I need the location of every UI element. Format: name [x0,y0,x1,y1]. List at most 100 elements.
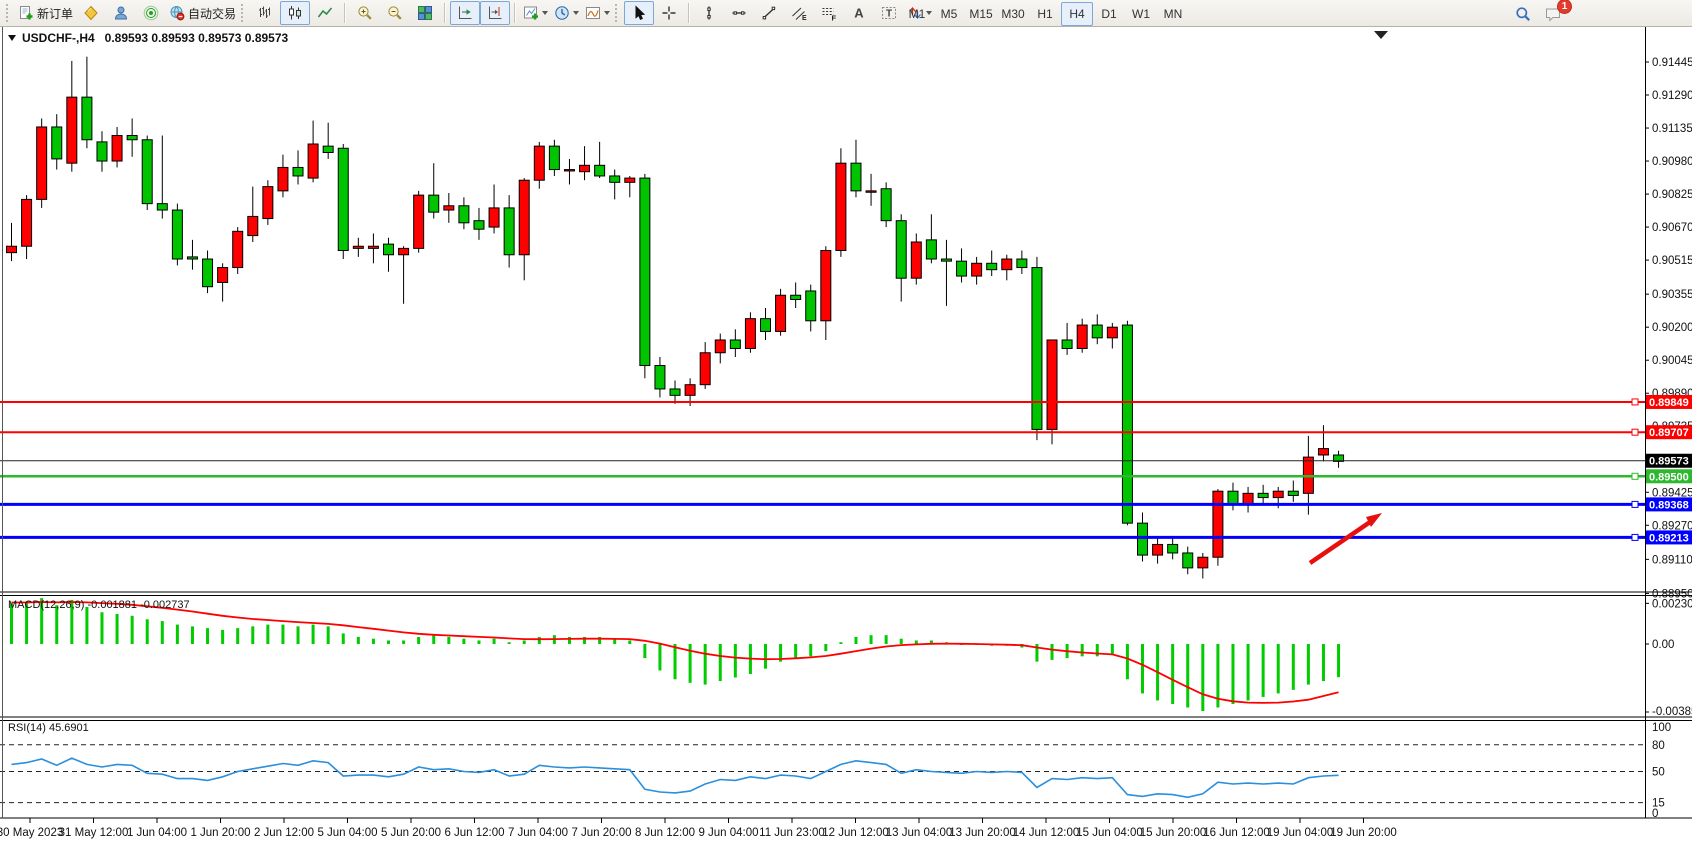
text-label-icon: T [881,5,897,21]
tile-windows-button[interactable] [410,1,440,25]
macd-histogram-bar [297,626,300,644]
macd-histogram-bar [885,635,888,644]
timeframe-button-m30[interactable]: M30 [997,2,1029,26]
new-order-button[interactable]: 新订单 [15,1,76,25]
candle-body-down [52,127,62,159]
timeframe-button-h1[interactable]: H1 [1029,2,1061,26]
time-axis-label: 14 Jun 12:00 [1013,827,1080,839]
bar-chart-button[interactable] [250,1,280,25]
candle-body-up [37,127,47,199]
timeframe-button-h4[interactable]: H4 [1061,2,1093,26]
price-line-badge-label: 0.89213 [1649,532,1689,544]
macd-histogram-bar [658,644,661,670]
chat-button[interactable]: 1 [1538,2,1568,26]
candle-body-down [851,163,861,191]
search-button[interactable] [1508,2,1538,26]
hline-anchor[interactable] [1632,501,1638,507]
new-order-icon [18,5,34,21]
auto-scroll-button[interactable] [480,1,510,25]
indicator-list-button[interactable] [76,1,106,25]
macd-histogram-bar [538,637,541,644]
candle-body-up [715,340,725,353]
macd-histogram-bar [281,625,284,644]
price-axis-label: 0.91445 [1652,57,1692,69]
vertical-line-button[interactable] [694,1,724,25]
timeframe-button-w1[interactable]: W1 [1125,2,1157,26]
time-axis-label: 5 Jun 20:00 [381,827,441,839]
toolbar-grip [6,4,11,22]
crosshair-button[interactable] [654,1,684,25]
timeframe-button-m15[interactable]: M15 [965,2,997,26]
crosshair-icon [661,5,677,21]
macd-histogram-bar [900,639,903,644]
candle-body-down [459,206,469,223]
svg-text:E: E [802,15,807,21]
macd-histogram-bar [809,644,812,656]
zoom-out-button[interactable] [380,1,410,25]
candle-body-up [112,135,122,161]
candle-body-up [836,163,846,250]
text-button[interactable]: A [844,1,874,25]
rsi-axis-label: 0 [1652,808,1658,820]
time-axis-label: 30 May 2023 [0,827,63,839]
macd-histogram-bar [251,626,254,644]
templates-button[interactable] [582,1,613,25]
auto-scroll-icon [487,5,503,21]
zoom-in-icon [357,5,373,21]
time-axis-label: 8 Jun 12:00 [635,827,695,839]
chart-shift-button[interactable] [450,1,480,25]
dropdown-caret-icon [542,11,548,15]
candlestick-chart-button[interactable] [280,1,310,25]
timeframe-button-mn[interactable]: MN [1157,2,1189,26]
price-line-badge-label: 0.89573 [1649,456,1689,468]
time-axis-label: 7 Jun 20:00 [571,827,631,839]
sonar-button[interactable] [136,1,166,25]
macd-histogram-bar [477,640,480,644]
hline-anchor[interactable] [1632,429,1638,435]
hline-anchor[interactable] [1632,534,1638,540]
fibonacci-icon: F [821,5,837,21]
add-indicator-button[interactable] [520,1,551,25]
timeframe-button-m1[interactable]: M1 [901,2,933,26]
macd-histogram-bar [146,619,149,644]
candle-body-down [640,178,650,365]
profiles-button[interactable] [106,1,136,25]
candle-body-down [474,221,484,230]
macd-histogram-bar [1307,644,1310,685]
cursor-button[interactable] [624,1,654,25]
toolbar-separator [514,3,516,23]
macd-histogram-bar [854,637,857,644]
price-axis-label: 0.89110 [1652,554,1692,566]
tile-windows-icon [417,5,433,21]
candle-body-down [142,140,152,204]
chart-canvas[interactable]: 0.914450.912900.911350.909800.908250.906… [0,27,1692,845]
candle-body-down [610,176,620,182]
candle-body-up [1318,449,1328,455]
macd-histogram-bar [1247,644,1250,700]
zoom-in-button[interactable] [350,1,380,25]
line-chart-button[interactable] [310,1,340,25]
candle-body-up [308,144,318,178]
candle-body-down [957,261,967,276]
fibonacci-button[interactable]: F [814,1,844,25]
svg-text:T: T [886,9,892,20]
channel-button[interactable]: E [784,1,814,25]
candle-body-up [67,97,77,163]
hline-anchor[interactable] [1632,473,1638,479]
periods-button[interactable] [551,1,582,25]
hline-anchor[interactable] [1632,399,1638,405]
chart-menu-triangle-icon[interactable] [8,35,16,41]
text-label-button[interactable]: T [874,1,904,25]
auto-trading-button[interactable]: 自动交易 [166,1,239,25]
candle-body-up [218,268,228,283]
timeframe-button-m5[interactable]: M5 [933,2,965,26]
candle-body-up [1107,327,1117,338]
time-axis-label: 31 May 12:00 [59,827,129,839]
horizontal-line-button[interactable] [724,1,754,25]
candle-body-down [293,167,303,176]
macd-histogram-bar [1096,644,1099,656]
trendline-button[interactable] [754,1,784,25]
rsi-axis-label: 100 [1652,722,1671,734]
timeframe-button-d1[interactable]: D1 [1093,2,1125,26]
macd-histogram-bar [493,639,496,644]
